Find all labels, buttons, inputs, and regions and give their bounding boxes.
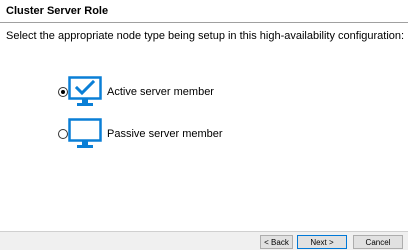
radio-passive-server[interactable] xyxy=(58,129,68,139)
instruction-text: Select the appropriate node type being s… xyxy=(6,30,405,42)
next-button[interactable]: Next > xyxy=(297,235,347,249)
option-label-active: Active server member xyxy=(107,86,214,98)
monitor-icon xyxy=(68,118,102,148)
back-button[interactable]: < Back xyxy=(260,235,293,249)
header-bar: Cluster Server Role xyxy=(0,0,408,21)
option-label-passive: Passive server member xyxy=(107,128,223,140)
cancel-button[interactable]: Cancel xyxy=(353,235,403,249)
option-active-server[interactable]: Active server member xyxy=(58,76,298,108)
monitor-check-icon xyxy=(68,76,102,106)
header-divider xyxy=(0,22,408,23)
radio-active-server[interactable] xyxy=(58,87,68,97)
page-title: Cluster Server Role xyxy=(6,5,109,17)
option-passive-server[interactable]: Passive server member xyxy=(58,118,298,150)
